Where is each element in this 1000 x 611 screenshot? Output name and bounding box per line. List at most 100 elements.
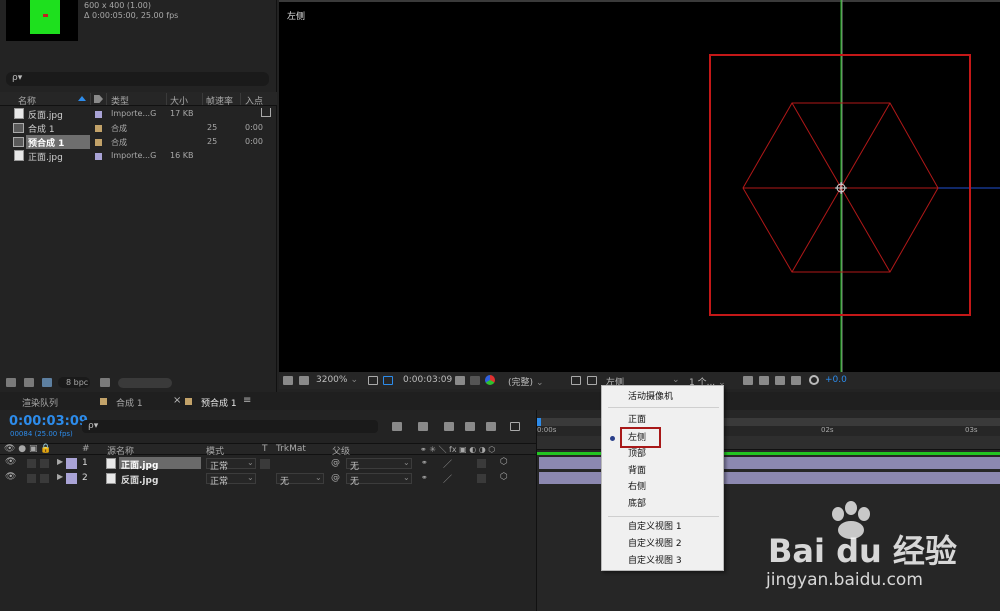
lock-switch[interactable] — [40, 459, 49, 468]
project-item[interactable]: 正面.jpg Importe...G 16 KB — [0, 149, 277, 163]
toggle-pixel-aspect-icon[interactable] — [743, 376, 753, 385]
layer-label-swatch[interactable] — [66, 473, 77, 484]
solo-switch[interactable] — [27, 474, 36, 483]
chevron-down-icon[interactable]: ⌄ — [403, 458, 410, 467]
col-type[interactable]: 类型 — [111, 94, 129, 107]
timeline-timecode[interactable]: 0:00:03:09 — [9, 414, 88, 429]
lock-switch[interactable] — [40, 474, 49, 483]
label-color-swatch[interactable] — [95, 125, 102, 132]
pickwhip-icon[interactable]: @ — [331, 458, 340, 468]
layer-switches-icon[interactable]: ⚭ ✳ ＼ fx ▣ ◐ ◑ ⬡ — [420, 444, 495, 455]
layer-row[interactable]: 👁 ▶ 1 正面.jpg 正常 ⌄ @ 无 ⌄ ⚭ ／ ⬡ — [0, 456, 536, 472]
menu-item-back[interactable]: 背面 — [602, 463, 723, 479]
timeline-icon[interactable] — [775, 376, 785, 385]
3d-layer-icon[interactable]: ⬡ — [500, 472, 508, 482]
work-area-start-handle[interactable] — [537, 418, 541, 426]
menu-item-front[interactable]: 正面 — [602, 412, 723, 428]
show-snapshot-icon[interactable] — [470, 376, 480, 385]
menu-item-active-camera[interactable]: 活动摄像机 — [602, 389, 723, 405]
item-type: 合成 — [111, 138, 127, 147]
interpret-footage-icon[interactable] — [6, 378, 16, 387]
expand-arrow-icon[interactable]: ▶ — [57, 472, 63, 481]
safe-margins-icon[interactable] — [368, 376, 378, 385]
menu-item-custom-view-2[interactable]: 自定义视图 2 — [602, 536, 723, 552]
comp-mini-flowchart-icon[interactable] — [392, 422, 402, 431]
eye-icon[interactable]: 👁 — [5, 457, 16, 467]
col-inpoint[interactable]: 入点 — [245, 94, 263, 107]
shy-layers-icon[interactable] — [444, 422, 454, 431]
fast-previews-icon[interactable] — [759, 376, 769, 385]
label-color-swatch[interactable] — [95, 153, 102, 160]
menu-item-right[interactable]: 右侧 — [602, 479, 723, 495]
region-of-interest-icon[interactable] — [571, 376, 581, 385]
col-framerate[interactable]: 帧速率 — [206, 94, 233, 107]
project-search-input[interactable]: ρ▾ — [6, 72, 269, 86]
3d-layer-icon[interactable]: ⬡ — [500, 457, 508, 467]
chevron-down-icon[interactable]: ⌄ — [315, 473, 322, 482]
snapshot-camera-icon[interactable] — [455, 376, 465, 385]
project-item[interactable]: 合成 1 合成 25 0:00 — [0, 121, 277, 135]
color-channels-icon[interactable] — [485, 375, 495, 385]
close-icon[interactable]: × — [173, 395, 181, 406]
new-folder-icon[interactable] — [24, 378, 34, 387]
label-color-swatch[interactable] — [95, 111, 102, 118]
adjustment-switch[interactable] — [477, 459, 486, 468]
layer-row[interactable]: 👁 ▶ 2 反面.jpg 正常 ⌄ 无 ⌄ @ 无 ⌄ ⚭ ／ ⬡ — [0, 471, 536, 487]
item-type: 合成 — [111, 124, 127, 133]
preserve-transparency-toggle[interactable] — [260, 459, 270, 469]
tab-render-queue[interactable]: 渲染队列 — [22, 396, 58, 409]
graph-editor-icon[interactable] — [510, 422, 520, 431]
chevron-down-icon[interactable]: ⌄ — [672, 375, 680, 385]
menu-item-custom-view-3[interactable]: 自定义视图 3 — [602, 553, 723, 569]
flowchart-icon[interactable] — [791, 376, 801, 385]
tab-precomp-1[interactable]: 预合成 1 — [201, 396, 237, 409]
menu-item-top[interactable]: 顶部 — [602, 446, 723, 462]
watermark-url: jingyan.baidu.com — [766, 570, 923, 590]
adjustment-switch[interactable] — [477, 474, 486, 483]
composition-icon — [13, 137, 24, 147]
transparency-grid-icon[interactable] — [587, 376, 597, 385]
av-switches-icon[interactable]: 👁 ● ▣ 🔒 — [4, 444, 52, 454]
col-name[interactable]: 名称 — [18, 94, 36, 107]
zoom-dropdown[interactable]: 3200% — [316, 375, 358, 385]
trash-icon[interactable] — [100, 378, 110, 387]
col-size[interactable]: 大小 — [170, 94, 188, 107]
shy-icon[interactable]: ⚭ — [421, 458, 428, 467]
tab-menu-icon[interactable]: ≡ — [243, 395, 251, 406]
current-time[interactable]: 0:00:03:09 — [403, 375, 452, 385]
mask-visibility-icon[interactable] — [383, 376, 393, 385]
resolution-dropdown[interactable]: (完整) — [508, 375, 544, 388]
composition-viewer[interactable]: 左侧 — [279, 0, 1000, 372]
chevron-down-icon[interactable]: ⌄ — [247, 458, 254, 467]
exposure-value[interactable]: +0.0 — [825, 375, 847, 385]
tab-comp-1[interactable]: 合成 1 — [116, 396, 143, 409]
draft-3d-icon[interactable] — [418, 422, 428, 431]
bpc-button[interactable]: 8 bpc — [58, 377, 90, 388]
layer-name[interactable]: 反面.jpg — [121, 473, 158, 486]
motion-blur-icon[interactable] — [486, 422, 496, 431]
project-item[interactable]: 反面.jpg Importe...G 17 KB — [0, 107, 277, 121]
solo-switch[interactable] — [27, 459, 36, 468]
project-item-selected[interactable]: 预合成 1 合成 25 0:00 — [0, 135, 277, 149]
shy-icon[interactable]: ⚭ — [421, 473, 428, 482]
label-color-swatch[interactable] — [95, 139, 102, 146]
quality-icon[interactable]: ／ — [443, 457, 452, 470]
quality-icon[interactable]: ／ — [443, 472, 452, 485]
new-composition-icon[interactable] — [42, 378, 52, 387]
frame-blending-icon[interactable] — [465, 422, 475, 431]
menu-item-custom-view-1[interactable]: 自定义视图 1 — [602, 519, 723, 535]
layer-name-highlight[interactable]: 正面.jpg — [119, 457, 201, 471]
menu-item-bottom[interactable]: 底部 — [602, 496, 723, 512]
chevron-down-icon[interactable]: ⌄ — [247, 473, 254, 482]
timeline-search-input[interactable]: ρ▾ — [82, 420, 378, 433]
thumbnail-scrollbar[interactable] — [118, 378, 172, 388]
eye-icon[interactable]: 👁 — [5, 472, 16, 482]
monitor-icon[interactable] — [299, 376, 309, 385]
pickwhip-icon[interactable]: @ — [331, 473, 340, 483]
chevron-down-icon[interactable]: ⌄ — [403, 473, 410, 482]
sort-arrow-icon[interactable] — [78, 96, 86, 101]
exposure-reset-icon[interactable] — [809, 375, 819, 385]
layer-label-swatch[interactable] — [66, 458, 77, 469]
always-preview-icon[interactable] — [283, 376, 293, 385]
expand-arrow-icon[interactable]: ▶ — [57, 457, 63, 466]
